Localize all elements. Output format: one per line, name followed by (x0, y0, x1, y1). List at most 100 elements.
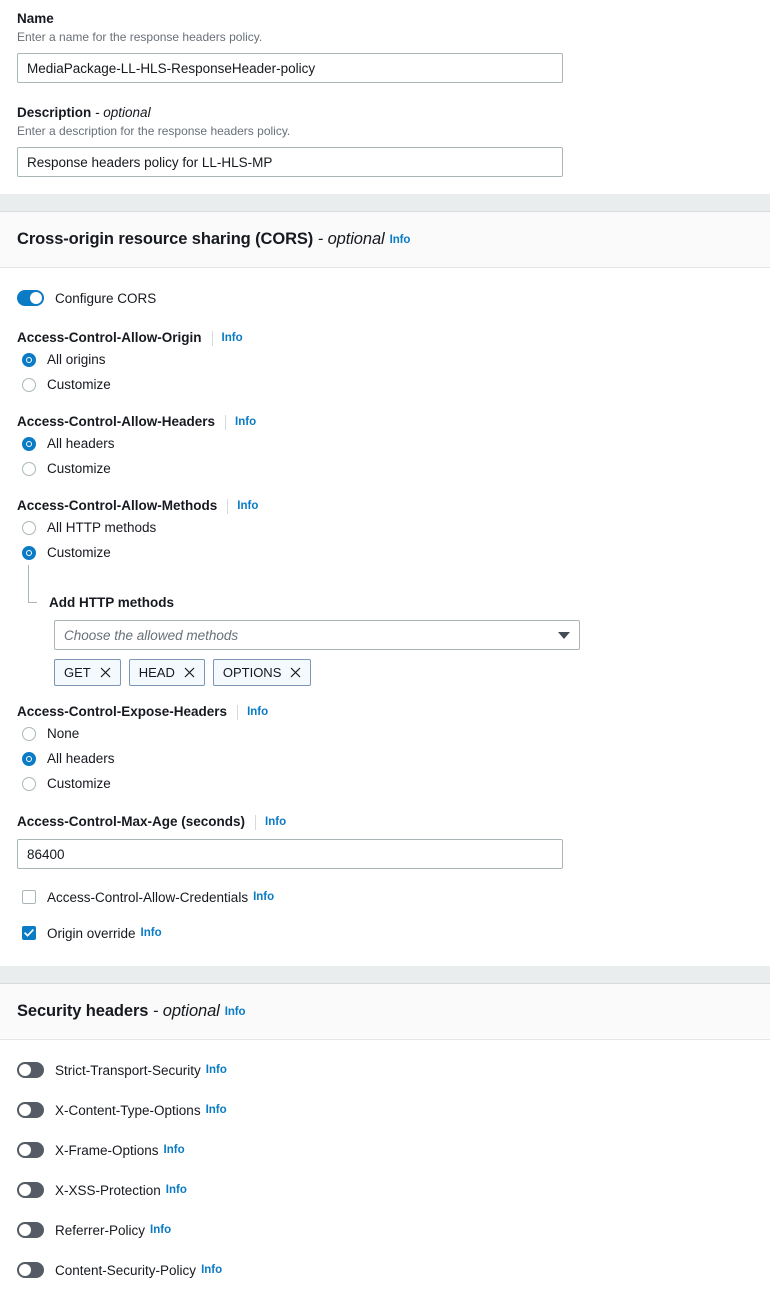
toggle-off-icon[interactable] (17, 1262, 44, 1278)
label-divider (237, 704, 239, 720)
checkbox-unchecked-icon[interactable] (22, 890, 36, 904)
radio-label: Customize (47, 776, 111, 791)
toggle-off-icon[interactable] (17, 1102, 44, 1118)
allow-headers-label-row: Access-Control-Allow-Headers Info (17, 413, 753, 431)
max-age-input-value: 86400 (27, 846, 65, 862)
allow-origin-label: Access-Control-Allow-Origin (17, 330, 202, 345)
toggle-on-icon[interactable] (17, 290, 44, 306)
allow-origin-info-link[interactable]: Info (222, 329, 243, 347)
name-input[interactable]: MediaPackage-LL-HLS-ResponseHeader-polic… (17, 53, 563, 83)
toggle-knob (19, 1104, 31, 1116)
method-chip-label: OPTIONS (222, 665, 282, 680)
radio-allow-headers-all[interactable]: All headers (17, 431, 753, 456)
allow-credentials-row[interactable]: Access-Control-Allow-Credentials Info (17, 886, 753, 908)
radio-unselected-icon (22, 776, 36, 791)
radio-label: All headers (47, 436, 115, 451)
allow-methods-label: Access-Control-Allow-Methods (17, 498, 218, 513)
expose-headers-info-link[interactable]: Info (247, 703, 268, 721)
toggle-knob (19, 1184, 31, 1196)
expose-headers-group: Access-Control-Expose-Headers Info None … (17, 703, 753, 796)
toggle-row-content-security-policy[interactable]: Content-Security-Policy Info (17, 1259, 753, 1281)
max-age-info-link[interactable]: Info (265, 813, 286, 831)
allow-credentials-info-link[interactable]: Info (253, 891, 274, 903)
expose-headers-label-row: Access-Control-Expose-Headers Info (17, 703, 753, 721)
toggle-row-x-frame-options[interactable]: X-Frame-Options Info (17, 1139, 753, 1161)
x-frame-options-label: X-Frame-Options (55, 1142, 159, 1158)
origin-override-label: Origin override (47, 925, 136, 941)
radio-label: All origins (47, 352, 106, 367)
strict-transport-security-info-link[interactable]: Info (206, 1064, 227, 1076)
allow-origin-label-row: Access-Control-Allow-Origin Info (17, 329, 753, 347)
max-age-group: Access-Control-Max-Age (seconds) Info 86… (17, 813, 753, 869)
selected-methods-chip-list: GET HEAD OPTIONS (54, 659, 753, 686)
x-content-type-options-info-link[interactable]: Info (206, 1104, 227, 1116)
description-field-label: Description - optional (17, 105, 151, 120)
close-icon[interactable] (184, 667, 195, 678)
radio-expose-headers-none[interactable]: None (17, 721, 753, 746)
max-age-label: Access-Control-Max-Age (seconds) (17, 814, 246, 829)
close-icon[interactable] (100, 667, 111, 678)
x-xss-protection-label: X-XSS-Protection (55, 1182, 161, 1198)
security-info-link[interactable]: Info (225, 1006, 246, 1018)
close-icon[interactable] (290, 667, 301, 678)
method-chip-label: HEAD (138, 665, 175, 680)
referrer-policy-label: Referrer-Policy (55, 1222, 146, 1238)
configure-cors-toggle-row[interactable]: Configure CORS (17, 287, 753, 309)
method-chip[interactable]: HEAD (128, 659, 205, 686)
radio-selected-icon (22, 545, 36, 560)
toggle-off-icon[interactable] (17, 1062, 44, 1078)
referrer-policy-info-link[interactable]: Info (150, 1224, 171, 1236)
radio-expose-headers-all[interactable]: All headers (17, 746, 753, 771)
toggle-off-icon[interactable] (17, 1142, 44, 1158)
radio-allow-headers-customize[interactable]: Customize (17, 456, 753, 481)
allow-origin-group: Access-Control-Allow-Origin Info All ori… (17, 329, 753, 397)
name-field-label: Name (17, 11, 54, 26)
toggle-knob (19, 1144, 31, 1156)
toggle-row-referrer-policy[interactable]: Referrer-Policy Info (17, 1219, 753, 1241)
radio-label: Customize (47, 461, 111, 476)
checkbox-checked-icon[interactable] (22, 926, 36, 940)
configure-cors-label: Configure CORS (55, 290, 157, 306)
name-input-value: MediaPackage-LL-HLS-ResponseHeader-polic… (27, 60, 316, 76)
http-methods-select-placeholder: Choose the allowed methods (64, 627, 239, 643)
origin-override-info-link[interactable]: Info (141, 927, 162, 939)
toggle-row-strict-transport-security[interactable]: Strict-Transport-Security Info (17, 1059, 753, 1081)
radio-expose-headers-customize[interactable]: Customize (17, 771, 753, 796)
radio-allow-origin-customize[interactable]: Customize (17, 372, 753, 397)
method-chip[interactable]: OPTIONS (212, 659, 312, 686)
radio-selected-icon (22, 352, 36, 367)
allow-headers-info-link[interactable]: Info (235, 413, 256, 431)
radio-allow-methods-customize[interactable]: Customize (17, 540, 753, 565)
x-frame-options-info-link[interactable]: Info (164, 1144, 185, 1156)
label-divider (227, 498, 229, 514)
toggle-off-icon[interactable] (17, 1222, 44, 1238)
tree-connector-line (28, 565, 29, 602)
cors-info-link[interactable]: Info (390, 234, 411, 246)
radio-label: None (47, 726, 80, 741)
description-input[interactable]: Response headers policy for LL-HLS-MP (17, 147, 563, 177)
allow-credentials-label: Access-Control-Allow-Credentials (47, 889, 249, 905)
origin-override-row[interactable]: Origin override Info (17, 922, 753, 944)
cors-section-body: Configure CORS Access-Control-Allow-Orig… (0, 268, 770, 944)
radio-allow-origin-all[interactable]: All origins (17, 347, 753, 372)
x-xss-protection-info-link[interactable]: Info (166, 1184, 187, 1196)
allow-methods-info-link[interactable]: Info (237, 497, 258, 515)
content-security-policy-info-link[interactable]: Info (201, 1264, 222, 1276)
radio-unselected-icon (22, 461, 36, 476)
radio-allow-methods-all[interactable]: All HTTP methods (17, 515, 753, 540)
max-age-input[interactable]: 86400 (17, 839, 563, 869)
name-field-block: Name Enter a name for the response heade… (17, 10, 753, 83)
method-chip-label: GET (64, 665, 91, 680)
add-http-methods-label: Add HTTP methods (49, 595, 175, 610)
method-chip[interactable]: GET (54, 659, 121, 686)
toggle-knob (30, 292, 42, 304)
toggle-row-x-xss-protection[interactable]: X-XSS-Protection Info (17, 1179, 753, 1201)
allow-headers-label: Access-Control-Allow-Headers (17, 414, 216, 429)
toggle-off-icon[interactable] (17, 1182, 44, 1198)
toggle-row-x-content-type-options[interactable]: X-Content-Type-Options Info (17, 1099, 753, 1121)
policy-details-group: Name Enter a name for the response heade… (0, 0, 770, 177)
http-methods-select[interactable]: Choose the allowed methods (54, 620, 580, 650)
toggle-knob (19, 1264, 31, 1276)
description-input-value: Response headers policy for LL-HLS-MP (27, 154, 273, 170)
add-http-methods-block: Add HTTP methods Choose the allowed meth… (28, 565, 753, 686)
